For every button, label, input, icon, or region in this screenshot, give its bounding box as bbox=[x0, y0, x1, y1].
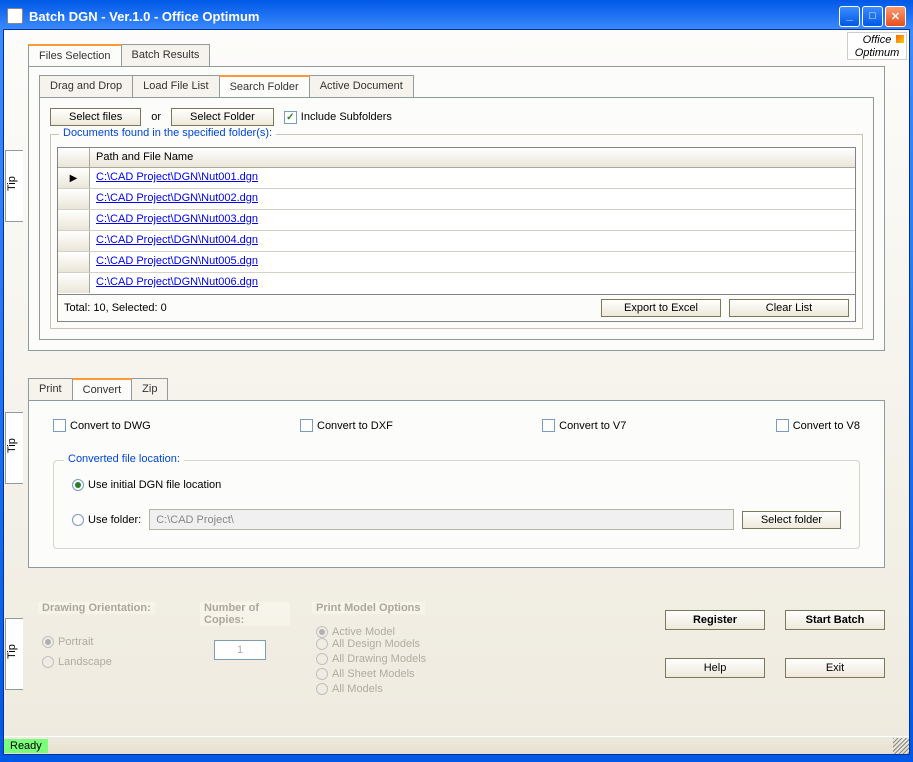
tip-tab-2[interactable]: Tip bbox=[5, 412, 23, 484]
tip-tab-3[interactable]: Tip bbox=[5, 618, 23, 690]
status-bar: Ready bbox=[4, 736, 909, 754]
app-icon bbox=[7, 8, 23, 24]
tip-tab-1[interactable]: Tip bbox=[5, 150, 23, 222]
loc-legend: Converted file location: bbox=[64, 453, 184, 465]
pmo-alldesign-radio: All Design Models bbox=[316, 638, 420, 650]
docs-legend: Documents found in the specified folder(… bbox=[59, 127, 276, 139]
pmo-all-radio: All Models bbox=[316, 683, 383, 695]
title-bar: Batch DGN - Ver.1.0 - Office Optimum _ □… bbox=[3, 3, 910, 29]
pmo-alldrawing-radio: All Drawing Models bbox=[316, 653, 426, 665]
include-subfolders-checkbox[interactable]: ✓Include Subfolders bbox=[284, 111, 392, 124]
use-initial-radio[interactable]: Use initial DGN file location bbox=[72, 479, 221, 491]
use-folder-radio[interactable]: Use folder: bbox=[72, 514, 141, 526]
table-row[interactable]: C:\CAD Project\DGN\Nut004.dgn bbox=[58, 231, 855, 252]
tab-zip[interactable]: Zip bbox=[131, 378, 168, 400]
or-label: or bbox=[151, 111, 161, 123]
tab-convert[interactable]: Convert bbox=[72, 378, 133, 400]
status-ready: Ready bbox=[4, 739, 48, 753]
table-row[interactable]: C:\CAD Project\DGN\Nut002.dgn bbox=[58, 189, 855, 210]
table-row[interactable]: ▶C:\CAD Project\DGN\Nut001.dgn bbox=[58, 168, 855, 189]
folder-path-input[interactable] bbox=[149, 509, 734, 530]
tab-load-file-list[interactable]: Load File List bbox=[132, 75, 219, 97]
convert-dxf-checkbox[interactable]: Convert to DXF bbox=[300, 419, 393, 432]
tab-print[interactable]: Print bbox=[28, 378, 73, 400]
register-button[interactable]: Register bbox=[665, 610, 765, 630]
maximize-button[interactable]: □ bbox=[862, 6, 883, 27]
orientation-legend: Drawing Orientation: bbox=[38, 602, 155, 614]
clear-list-button[interactable]: Clear List bbox=[729, 299, 849, 317]
resize-grip-icon[interactable] bbox=[893, 738, 909, 754]
window-title: Batch DGN - Ver.1.0 - Office Optimum bbox=[29, 9, 839, 24]
copies-legend: Number of Copies: bbox=[200, 602, 290, 626]
documents-grid[interactable]: Path and File Name ▶C:\CAD Project\DGN\N… bbox=[57, 147, 856, 295]
grid-status: Total: 10, Selected: 0 bbox=[64, 302, 167, 314]
exit-button[interactable]: Exit bbox=[785, 658, 885, 678]
table-row[interactable]: C:\CAD Project\DGN\Nut006.dgn bbox=[58, 273, 855, 293]
row-indicator-icon: ▶ bbox=[70, 173, 78, 184]
landscape-radio: Landscape bbox=[42, 656, 112, 668]
close-button[interactable]: ✕ bbox=[885, 6, 906, 27]
select-folder-loc-button[interactable]: Select folder bbox=[742, 511, 841, 529]
convert-dwg-checkbox[interactable]: Convert to DWG bbox=[53, 419, 151, 432]
tab-active-document[interactable]: Active Document bbox=[309, 75, 414, 97]
tab-drag-drop[interactable]: Drag and Drop bbox=[39, 75, 133, 97]
table-row[interactable]: C:\CAD Project\DGN\Nut005.dgn bbox=[58, 252, 855, 273]
portrait-radio: Portrait bbox=[42, 636, 93, 648]
export-excel-button[interactable]: Export to Excel bbox=[601, 299, 721, 317]
help-button[interactable]: Help bbox=[665, 658, 765, 678]
convert-v7-checkbox[interactable]: Convert to V7 bbox=[542, 419, 626, 432]
select-folder-button[interactable]: Select Folder bbox=[171, 108, 274, 126]
select-files-button[interactable]: Select files bbox=[50, 108, 141, 126]
minimize-button[interactable]: _ bbox=[839, 6, 860, 27]
copies-input bbox=[214, 640, 266, 660]
pmo-allsheet-radio: All Sheet Models bbox=[316, 668, 415, 680]
col-path-filename[interactable]: Path and File Name bbox=[90, 148, 855, 167]
table-row[interactable]: C:\CAD Project\DGN\Nut003.dgn bbox=[58, 210, 855, 231]
pmo-legend: Print Model Options bbox=[312, 602, 425, 614]
pmo-active-radio: Active Model bbox=[316, 626, 395, 638]
convert-v8-checkbox[interactable]: Convert to V8 bbox=[776, 419, 860, 432]
tab-batch-results[interactable]: Batch Results bbox=[121, 44, 211, 66]
tab-files-selection[interactable]: Files Selection bbox=[28, 44, 122, 66]
start-batch-button[interactable]: Start Batch bbox=[785, 610, 885, 630]
tab-search-folder[interactable]: Search Folder bbox=[219, 75, 310, 97]
